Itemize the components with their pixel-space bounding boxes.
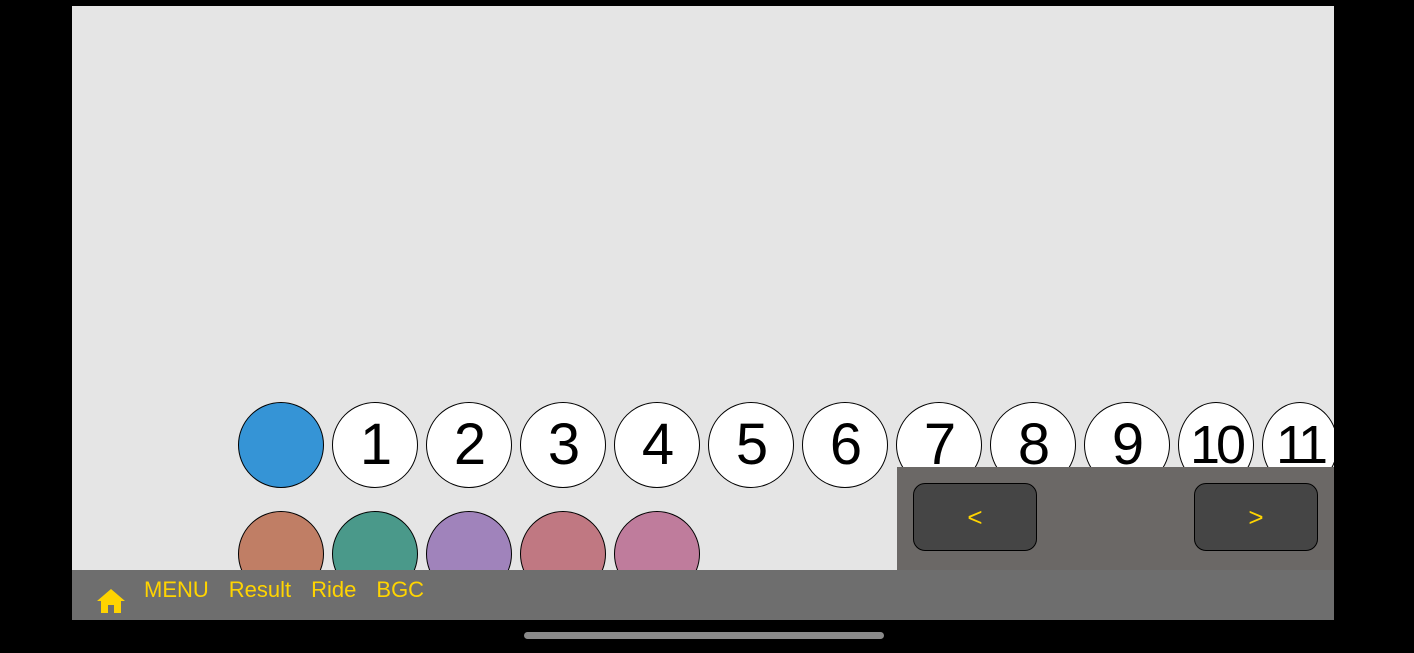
canvas-area: 1 2 3 4 5 6 7 8 9 10 11 < > MENU Result …	[72, 6, 1334, 620]
home-indicator[interactable]	[524, 632, 884, 639]
number-circle-label: 4	[641, 412, 674, 477]
number-circle-label: 7	[923, 412, 956, 477]
number-circle-label: 11	[1275, 415, 1328, 475]
ride-link[interactable]: Ride	[311, 576, 356, 604]
menu-link[interactable]: MENU	[144, 576, 209, 604]
number-circle-label: 1	[359, 412, 392, 477]
result-link[interactable]: Result	[229, 576, 291, 604]
number-circle-6[interactable]: 6	[802, 402, 888, 488]
home-icon-glyph	[97, 589, 125, 613]
next-button[interactable]: >	[1194, 483, 1318, 551]
number-circle-4[interactable]: 4	[614, 402, 700, 488]
number-circle-label: 9	[1111, 412, 1144, 477]
bgc-link[interactable]: BGC	[376, 576, 424, 604]
number-circle-label: 8	[1017, 412, 1050, 477]
bottom-toolbar: MENU Result Ride BGC	[72, 570, 1334, 620]
number-circle-2[interactable]: 2	[426, 402, 512, 488]
number-circle-1[interactable]: 1	[332, 402, 418, 488]
home-icon[interactable]	[96, 588, 126, 614]
number-circle-label: 6	[829, 412, 862, 477]
prev-button[interactable]: <	[913, 483, 1037, 551]
number-circle-label: 5	[735, 412, 768, 477]
number-circle-3[interactable]: 3	[520, 402, 606, 488]
number-circle-5[interactable]: 5	[708, 402, 794, 488]
number-circle-label: 2	[453, 412, 486, 477]
selected-color-circle[interactable]	[238, 402, 324, 488]
number-circle-label: 10	[1189, 415, 1246, 475]
page-nav-panel: < >	[897, 467, 1334, 571]
number-circle-label: 3	[547, 412, 580, 477]
